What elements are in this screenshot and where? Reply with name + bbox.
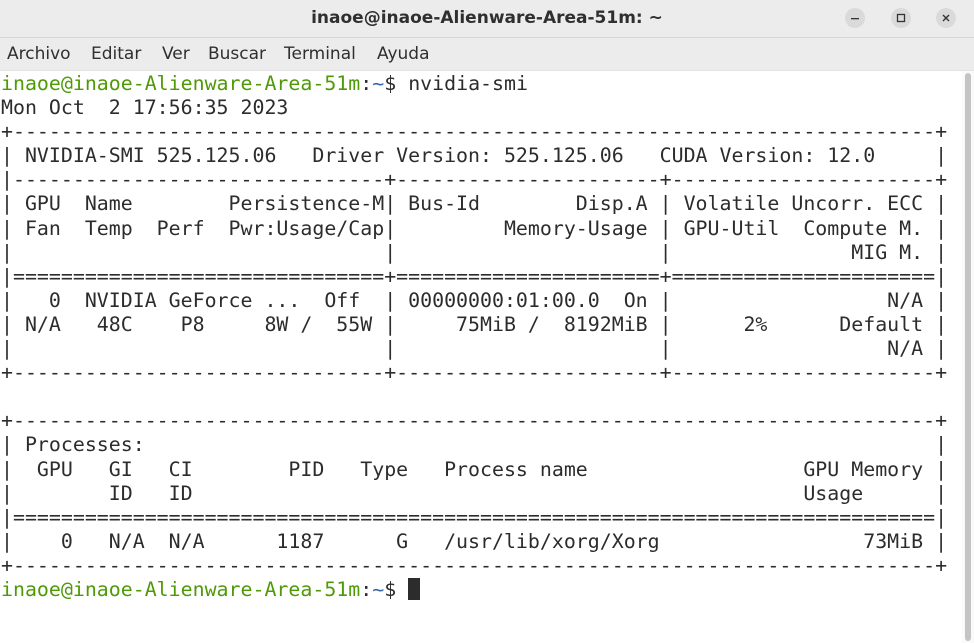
output-line: |===============================+=======…	[1, 264, 948, 288]
maximize-icon	[896, 13, 906, 23]
terminal-window: inaoe@inaoe-Alienware-Area-51m: ~ Archiv…	[0, 0, 974, 643]
output-line: | 0 N/A N/A 1187 G /usr/lib/xorg/Xorg 73…	[1, 529, 948, 553]
output-line: | GPU GI CI PID Type Process name GPU Me…	[1, 457, 948, 481]
output-line: | Fan Temp Perf Pwr:Usage/Cap| Memory-Us…	[1, 216, 948, 240]
prompt-user: inaoe@inaoe-Alienware-Area-51m	[1, 577, 361, 601]
menu-ayuda[interactable]: Ayuda	[377, 38, 430, 70]
current-prompt-line: inaoe@inaoe-Alienware-Area-51m:~$	[1, 577, 947, 602]
menu-archivo[interactable]: Archivo	[7, 38, 71, 70]
minimize-icon	[851, 18, 859, 20]
scrollbar[interactable]	[962, 71, 974, 643]
title-bar[interactable]: inaoe@inaoe-Alienware-Area-51m: ~	[0, 0, 974, 38]
output-line: +---------------------------------------…	[1, 553, 948, 577]
maximize-button[interactable]	[891, 8, 911, 28]
prompt-symbol: $	[384, 577, 409, 601]
output-line: +---------------------------------------…	[1, 120, 948, 144]
output-line: | ID ID Usage |	[1, 481, 948, 505]
prompt-colon: :	[360, 577, 373, 601]
output-line: | | | MIG M. |	[1, 240, 948, 264]
output-line: | Processes: |	[1, 433, 948, 457]
prompt-symbol: $	[384, 72, 409, 95]
output-line: | N/A 48C P8 8W / 55W | 75MiB / 8192MiB …	[1, 312, 948, 336]
menu-bar: Archivo Editar Ver Buscar Terminal Ayuda	[0, 38, 974, 71]
output-line: Mon Oct 2 17:56:35 2023	[1, 96, 289, 120]
output-line: | NVIDIA-SMI 525.125.06 Driver Version: …	[1, 144, 948, 168]
close-button[interactable]	[936, 8, 956, 28]
command-output: Mon Oct 2 17:56:35 2023 +----------------…	[1, 96, 947, 578]
terminal-area[interactable]: inaoe@inaoe-Alienware-Area-51m:~$ nvidia…	[0, 71, 962, 643]
window-title: inaoe@inaoe-Alienware-Area-51m: ~	[311, 8, 663, 28]
prompt-path: ~	[372, 577, 385, 601]
minimize-button[interactable]	[845, 8, 865, 28]
output-line: |-------------------------------+-------…	[1, 168, 948, 192]
command-text: nvidia-smi	[408, 72, 528, 95]
scrollbar-thumb[interactable]	[965, 73, 971, 641]
output-line: +-------------------------------+-------…	[1, 361, 948, 385]
menu-ver[interactable]: Ver	[162, 38, 190, 70]
menu-terminal[interactable]: Terminal	[284, 38, 356, 70]
text-cursor	[408, 577, 421, 600]
output-line: | 0 NVIDIA GeForce ... Off | 00000000:01…	[1, 288, 948, 312]
output-line: | GPU Name Persistence-M| Bus-Id Disp.A …	[1, 192, 948, 216]
command-prompt-line: inaoe@inaoe-Alienware-Area-51m:~$ nvidia…	[1, 72, 947, 96]
output-line: |=======================================…	[1, 505, 948, 529]
close-icon	[942, 14, 950, 22]
prompt-user: inaoe@inaoe-Alienware-Area-51m	[1, 72, 361, 95]
output-line: | | | N/A |	[1, 337, 948, 361]
menu-buscar[interactable]: Buscar	[208, 38, 266, 70]
terminal-output: inaoe@inaoe-Alienware-Area-51m:~$ nvidia…	[1, 72, 947, 602]
prompt-path: ~	[372, 72, 385, 95]
output-line: +---------------------------------------…	[1, 409, 948, 433]
prompt-colon: :	[360, 72, 373, 95]
menu-editar[interactable]: Editar	[91, 38, 141, 70]
